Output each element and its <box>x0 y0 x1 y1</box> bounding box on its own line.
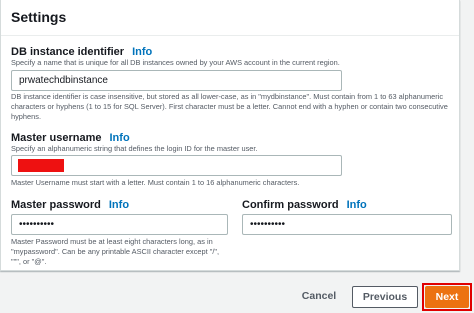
master-password-info-link[interactable]: Info <box>109 199 129 211</box>
db-identifier-hint: DB instance identifier is case insensiti… <box>11 92 448 121</box>
master-password-label-text: Master password <box>11 199 101 211</box>
next-button[interactable]: Next <box>425 286 469 308</box>
db-identifier-description: Specify a name that is unique for all DB… <box>11 58 340 67</box>
master-username-label: Master username Info <box>11 132 130 144</box>
master-password-label: Master password Info <box>11 199 129 211</box>
confirm-password-label: Confirm password Info <box>242 199 367 211</box>
db-identifier-label-text: DB instance identifier <box>11 46 125 58</box>
master-username-input[interactable] <box>11 155 342 176</box>
db-identifier-info-link[interactable]: Info <box>132 46 152 58</box>
settings-header: Settings <box>1 0 459 36</box>
cancel-button[interactable]: Cancel <box>296 286 342 308</box>
confirm-password-info-link[interactable]: Info <box>347 199 367 211</box>
master-username-label-text: Master username <box>11 132 102 144</box>
master-password-hint: Master Password must be at least eight c… <box>11 237 220 266</box>
db-identifier-input[interactable]: prwatechdbinstance <box>11 70 342 91</box>
settings-title: Settings <box>11 9 67 25</box>
confirm-password-label-text: Confirm password <box>242 199 339 211</box>
master-username-hint: Master Username must start with a letter… <box>11 178 300 187</box>
master-username-info-link[interactable]: Info <box>110 132 130 144</box>
db-identifier-label: DB instance identifier Info <box>11 46 152 58</box>
master-username-description: Specify an alphanumeric string that defi… <box>11 144 258 153</box>
master-password-input[interactable]: •••••••••• <box>11 214 228 235</box>
confirm-password-input[interactable]: •••••••••• <box>242 214 452 235</box>
redacted-username-block <box>18 159 64 172</box>
previous-button[interactable]: Previous <box>352 286 418 308</box>
